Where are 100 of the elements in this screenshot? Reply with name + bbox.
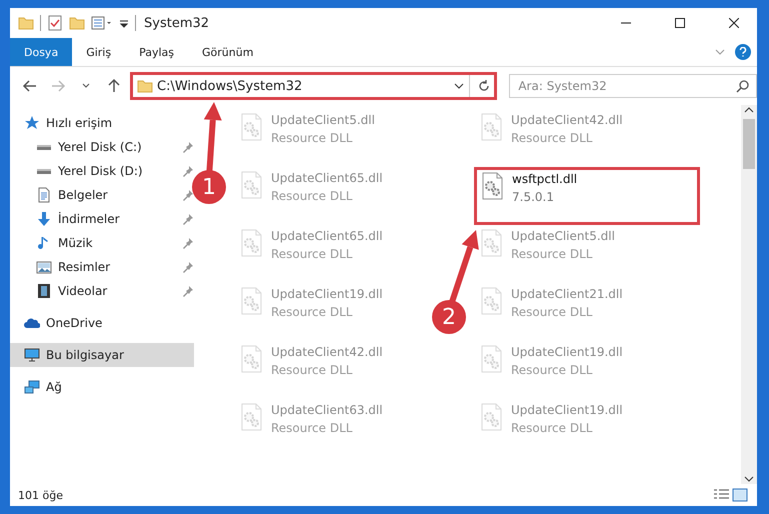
- star-icon: [24, 115, 40, 131]
- ribbon-tab[interactable]: Görünüm: [188, 38, 268, 66]
- properties-icon[interactable]: [91, 15, 113, 31]
- file-name: UpdateClient19.dll: [271, 287, 383, 301]
- file-name: UpdateClient5.dll: [511, 229, 615, 243]
- picture-icon: [36, 259, 52, 275]
- sidebar-item[interactable]: Videolar: [10, 279, 194, 303]
- file-name: UpdateClient65.dll: [271, 171, 383, 185]
- pin-icon: [182, 285, 194, 297]
- file-detail: Resource DLL: [271, 247, 354, 261]
- file-detail: Resource DLL: [271, 189, 354, 203]
- search-field[interactable]: Ara: System32: [509, 74, 757, 98]
- pin-icon: [182, 213, 194, 225]
- file-name: UpdateClient65.dll: [271, 229, 383, 243]
- gear-file-icon: [480, 113, 503, 141]
- sidebar-item[interactable]: Resimler: [10, 255, 194, 279]
- gear-file-icon: [481, 172, 504, 200]
- monitor-icon: [24, 347, 40, 363]
- file-item[interactable]: wsftpctl.dll 7.5.0.1: [474, 167, 700, 225]
- document-icon: [36, 187, 52, 203]
- sidebar-item[interactable]: OneDrive: [10, 311, 194, 335]
- network-icon: [24, 379, 40, 395]
- sidebar-item[interactable]: Yerel Disk (C:): [10, 135, 194, 159]
- file-detail: Resource DLL: [271, 305, 354, 319]
- drive-icon: [36, 166, 52, 176]
- gear-file-icon: [480, 403, 503, 431]
- drive-icon: [36, 142, 52, 152]
- gear-file-icon: [240, 113, 263, 141]
- sidebar-item[interactable]: İndirmeler: [10, 207, 194, 231]
- file-name: UpdateClient42.dll: [271, 345, 383, 359]
- file-name: UpdateClient19.dll: [511, 403, 623, 417]
- file-name: UpdateClient63.dll: [271, 403, 383, 417]
- gear-file-icon: [480, 287, 503, 315]
- sidebar-label: Ağ: [46, 380, 63, 394]
- gear-file-icon: [240, 345, 263, 373]
- up-arrow-icon: [106, 78, 122, 94]
- question-icon: [739, 47, 747, 57]
- file-detail: Resource DLL: [511, 247, 594, 261]
- address-path[interactable]: C:\Windows\System32: [157, 78, 450, 94]
- sidebar-label: Müzik: [58, 236, 94, 250]
- pin-icon: [182, 237, 194, 249]
- sidebar-label: OneDrive: [46, 316, 104, 330]
- film-icon: [36, 283, 52, 299]
- sidebar-item[interactable]: Yerel Disk (D:): [10, 159, 194, 183]
- pin-icon: [182, 261, 194, 273]
- step-number: 1: [192, 170, 226, 204]
- window-title: System32: [144, 16, 210, 30]
- file-name: UpdateClient21.dll: [511, 287, 623, 301]
- ribbon-tab[interactable]: Dosya: [10, 38, 72, 66]
- file-detail: Resource DLL: [271, 131, 354, 145]
- maximize-icon: [675, 18, 685, 28]
- gear-file-icon: [480, 229, 503, 257]
- gear-file-icon: [240, 403, 263, 431]
- item-count: 101 öğe: [18, 488, 63, 502]
- ribbon-tab[interactable]: Paylaş: [125, 38, 188, 66]
- step-number: 2: [432, 300, 466, 334]
- file-detail: Resource DLL: [511, 421, 594, 435]
- chevron-up-icon[interactable]: [744, 105, 754, 115]
- pin-icon: [182, 141, 194, 153]
- back-arrow-icon: [22, 78, 38, 94]
- sidebar-item[interactable]: Bu bilgisayar: [10, 343, 194, 367]
- sidebar-label: Yerel Disk (D:): [58, 164, 144, 178]
- sidebar-item[interactable]: Belgeler: [10, 183, 194, 207]
- sidebar-item[interactable]: Ağ: [10, 375, 194, 399]
- close-icon: [729, 18, 739, 28]
- file-detail: Resource DLL: [511, 131, 594, 145]
- forward-arrow-icon: [50, 78, 66, 94]
- sidebar-label: Hızlı erişim: [46, 116, 114, 130]
- sidebar-item[interactable]: Hızlı erişim: [10, 111, 194, 135]
- file-detail: 7.5.0.1: [512, 190, 555, 204]
- pin-icon: [182, 165, 194, 177]
- sidebar-label: Belgeler: [58, 188, 109, 202]
- scroll-thumb[interactable]: [743, 119, 755, 169]
- sidebar-label: Yerel Disk (C:): [58, 140, 143, 154]
- gear-file-icon: [240, 171, 263, 199]
- scrollbar[interactable]: [741, 105, 757, 484]
- file-name: UpdateClient19.dll: [511, 345, 623, 359]
- checklist-icon[interactable]: [47, 15, 63, 31]
- file-name: UpdateClient42.dll: [511, 113, 623, 127]
- pin-icon: [182, 189, 194, 201]
- sidebar-label: Bu bilgisayar: [46, 348, 125, 362]
- file-detail: Resource DLL: [511, 363, 594, 377]
- file-detail: Resource DLL: [511, 305, 594, 319]
- file-name: wsftpctl.dll: [512, 172, 578, 186]
- sidebar-label: Videolar: [58, 284, 108, 298]
- download-arrow-icon: [36, 211, 52, 227]
- help-icon[interactable]: [735, 44, 751, 60]
- file-detail: Resource DLL: [271, 363, 354, 377]
- sidebar-item[interactable]: Müzik: [10, 231, 194, 255]
- sidebar-label: İndirmeler: [58, 212, 121, 226]
- file-detail: Resource DLL: [271, 421, 354, 435]
- ribbon-tab[interactable]: Giriş: [72, 38, 126, 66]
- sidebar-label: Resimler: [58, 260, 112, 274]
- gear-file-icon: [240, 287, 263, 315]
- chevron-down-icon[interactable]: [744, 474, 754, 484]
- folder-icon: [137, 78, 153, 94]
- file-name: UpdateClient5.dll: [271, 113, 375, 127]
- large-icons-view-icon[interactable]: [731, 488, 749, 502]
- search-icon: [736, 79, 750, 93]
- address-bar[interactable]: C:\Windows\System32: [130, 72, 498, 100]
